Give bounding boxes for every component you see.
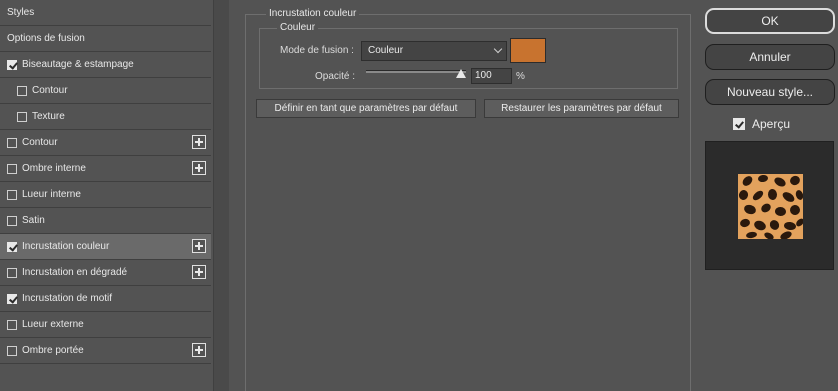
sidebar-item-label: Lueur externe	[22, 319, 84, 330]
sidebar-item-checkbox[interactable]	[7, 241, 17, 252]
sidebar-item[interactable]: Lueur interne	[0, 182, 211, 208]
opacity-label: Opacité :	[315, 71, 356, 82]
sidebar-item[interactable]: Styles	[0, 0, 211, 26]
sidebar-item[interactable]: Texture	[0, 104, 211, 130]
preview-toggle[interactable]: Aperçu	[733, 117, 790, 131]
preview-spot	[783, 221, 797, 231]
opacity-slider[interactable]	[366, 70, 466, 73]
sidebar-item-checkbox[interactable]	[7, 319, 17, 330]
sidebar-item-label: Texture	[32, 111, 65, 122]
preview-spot	[751, 188, 765, 203]
sidebar-item[interactable]: Incrustation couleur	[0, 234, 211, 260]
preview-checkbox[interactable]	[733, 118, 745, 130]
preview-spot	[738, 189, 750, 201]
ok-button[interactable]: OK	[705, 8, 835, 34]
sidebar-item[interactable]: Satin	[0, 208, 211, 234]
sidebar-item[interactable]: Ombre portée	[0, 338, 211, 364]
sidebar-item-checkbox[interactable]	[17, 85, 27, 96]
add-icon[interactable]	[192, 239, 206, 253]
sidebar-item[interactable]: Lueur externe	[0, 312, 211, 338]
preview-spot	[740, 174, 755, 188]
add-icon[interactable]	[192, 265, 206, 279]
color-swatch[interactable]	[510, 38, 546, 63]
blend-mode-label: Mode de fusion :	[280, 45, 354, 56]
new-style-button[interactable]: Nouveau style...	[705, 79, 835, 105]
preview-spot	[759, 201, 773, 215]
sidebar-item-checkbox[interactable]	[7, 293, 17, 304]
preview-spot	[794, 189, 803, 201]
sidebar-item-label: Lueur interne	[22, 189, 81, 200]
sidebar-item[interactable]: Incrustation en dégradé	[0, 260, 211, 286]
sidebar-item-label: Incrustation de motif	[22, 293, 113, 304]
set-default-button[interactable]: Définir en tant que paramètres par défau…	[256, 99, 476, 118]
group-title: Couleur	[277, 22, 319, 33]
sidebar-item-checkbox[interactable]	[7, 59, 17, 70]
add-icon[interactable]	[192, 343, 206, 357]
sidebar-item-checkbox[interactable]	[17, 111, 27, 122]
sidebar-item-label: Satin	[22, 215, 45, 226]
opacity-input[interactable]: 100	[471, 68, 512, 84]
sidebar-item-checkbox[interactable]	[7, 267, 17, 278]
opacity-slider-thumb[interactable]	[456, 69, 466, 78]
sidebar-item-checkbox[interactable]	[7, 345, 17, 356]
add-icon[interactable]	[192, 135, 206, 149]
styles-list-scrollbar[interactable]	[213, 0, 229, 391]
preview-label: Aperçu	[752, 117, 791, 131]
preview-spot	[745, 231, 758, 239]
sidebar-item-label: Contour	[22, 137, 58, 148]
sidebar-item-checkbox[interactable]	[7, 163, 17, 174]
preview-spot	[757, 174, 769, 183]
sidebar-item-checkbox[interactable]	[7, 137, 17, 148]
reset-default-button[interactable]: Restaurer les paramètres par défaut	[484, 99, 679, 118]
sidebar-item[interactable]: Contour	[0, 130, 211, 156]
styles-list: Styles Options de fusion Biseautage & esta…	[0, 0, 213, 391]
sidebar-item-checkbox[interactable]	[7, 215, 17, 226]
preview-spot	[788, 174, 802, 187]
sidebar-item-label: Contour	[32, 85, 68, 96]
preview-spot	[780, 190, 797, 204]
panel-title: Incrustation couleur	[266, 8, 360, 19]
chevron-down-icon	[493, 44, 503, 54]
sidebar-item[interactable]: Incrustation de motif	[0, 286, 211, 312]
preview-spot	[742, 203, 758, 216]
sidebar-item-label: Styles	[7, 7, 35, 18]
sidebar-item-label: Incrustation couleur	[22, 241, 110, 252]
sidebar-item-label: Ombre interne	[22, 163, 86, 174]
preview-swatch	[738, 174, 803, 239]
sidebar-item-label: Incrustation en dégradé	[22, 267, 128, 278]
sidebar-item-label: Biseautage & estampage	[22, 59, 134, 70]
blend-mode-value: Couleur	[368, 45, 404, 56]
opacity-unit: %	[516, 71, 525, 82]
preview-spot	[772, 175, 788, 189]
blend-mode-select[interactable]: Couleur	[361, 41, 507, 61]
sidebar-item[interactable]: Contour	[0, 78, 211, 104]
preview-spot	[779, 229, 793, 239]
cancel-button[interactable]: Annuler	[705, 44, 835, 70]
add-icon[interactable]	[192, 161, 206, 175]
preview-spot	[752, 219, 768, 232]
sidebar-item[interactable]: Biseautage & estampage	[0, 52, 211, 78]
opacity-slider-fill	[366, 71, 466, 73]
preview-spot	[739, 217, 751, 229]
preview-spot	[774, 206, 787, 217]
sidebar-item-label: Options de fusion	[7, 33, 85, 44]
sidebar-item[interactable]: Options de fusion	[0, 26, 211, 52]
sidebar-item[interactable]: Ombre interne	[0, 156, 211, 182]
preview-spot	[767, 188, 778, 201]
preview-spot	[787, 202, 803, 218]
sidebar-item-checkbox[interactable]	[7, 189, 17, 200]
preview-spot	[768, 218, 781, 232]
sidebar-item-label: Ombre portée	[22, 345, 84, 356]
preview-spot	[763, 231, 775, 239]
style-preview	[705, 141, 834, 270]
